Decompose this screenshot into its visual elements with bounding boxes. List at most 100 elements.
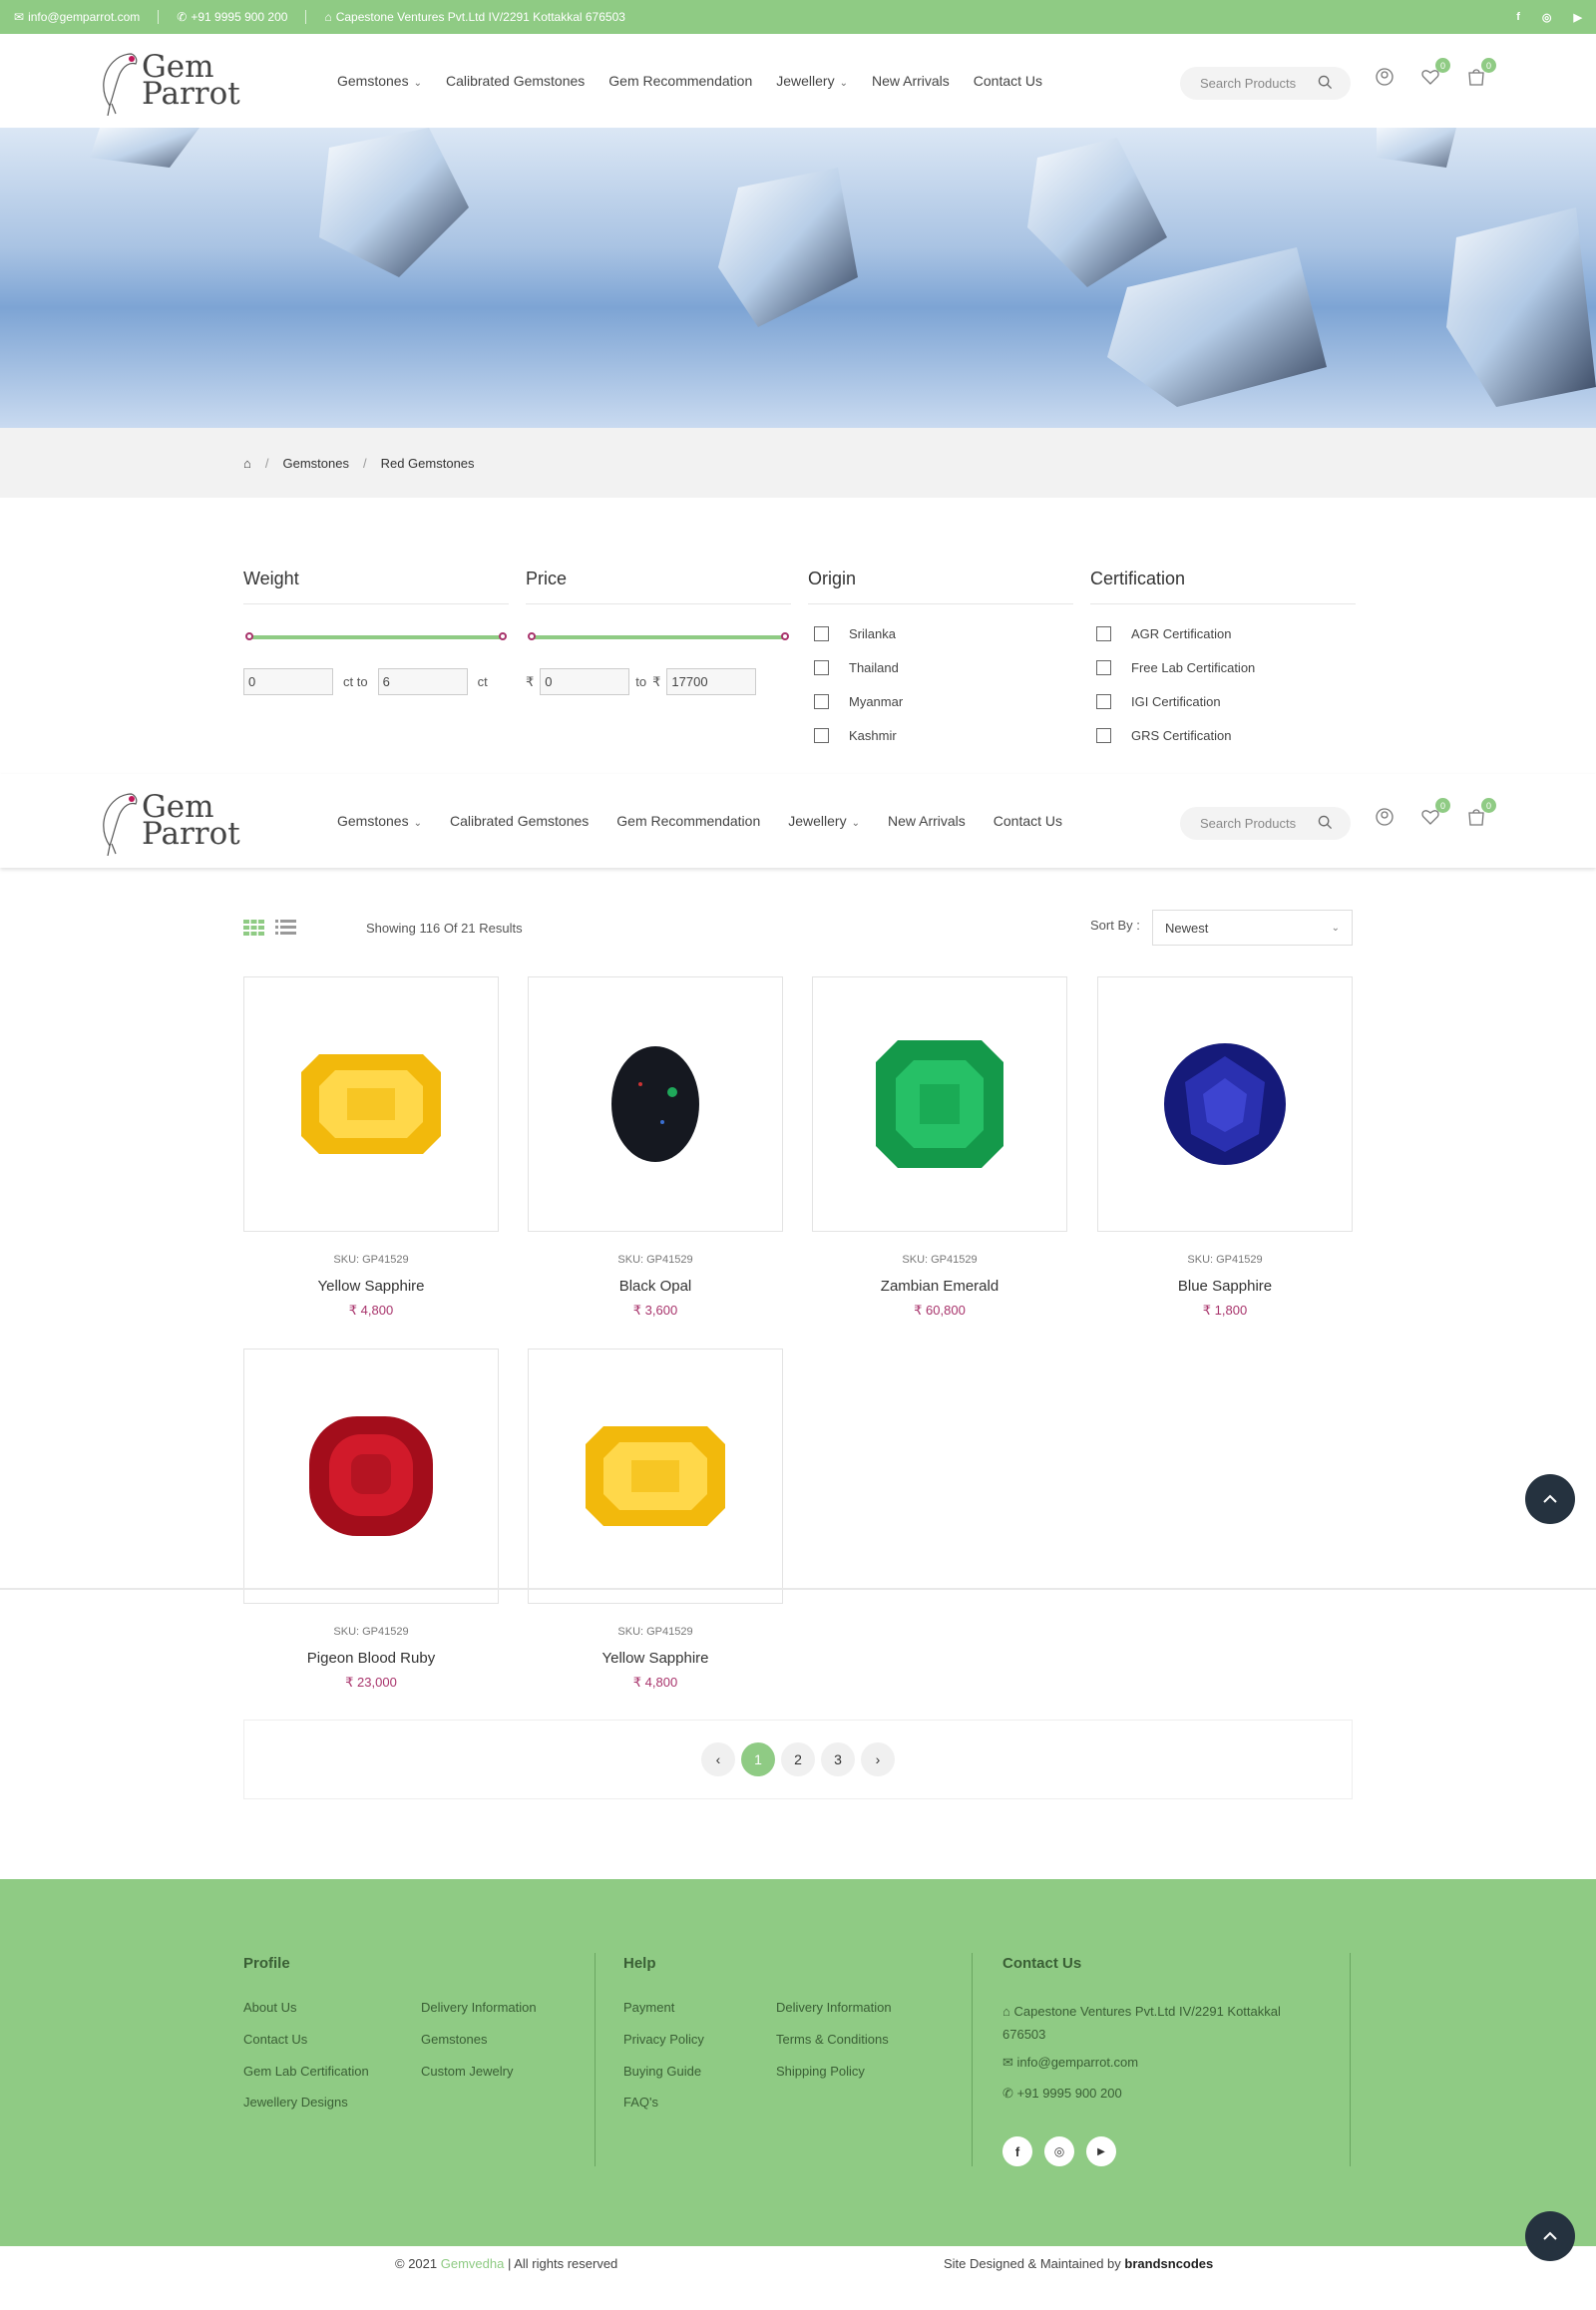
footer-email[interactable]: ✉ info@gemparrot.com [1002,2055,1138,2071]
prev-page-button[interactable]: ‹ [701,1742,735,1776]
search-input[interactable]: Search Products [1180,67,1351,100]
checkbox[interactable] [814,727,829,743]
footer-link[interactable]: Gemstones [421,2032,487,2047]
topbar-phone[interactable]: ✆ +91 9995 900 200 [159,10,307,24]
cart-icon[interactable]: 0 [1464,58,1496,90]
nav-gemstones[interactable]: Gemstones ⌄ [337,813,422,829]
wishlist-icon[interactable]: 0 [1418,58,1450,90]
search-icon[interactable] [1318,815,1333,830]
origin-option[interactable]: Srilanka [808,616,1073,650]
weight-min-handle[interactable] [245,632,253,640]
product-image[interactable] [1097,976,1353,1232]
checkbox[interactable] [814,625,829,641]
footer-link[interactable]: Shipping Policy [776,2064,865,2079]
checkbox[interactable] [814,659,829,675]
site-logo[interactable]: Gem Parrot [98,48,240,117]
product-card[interactable]: SKU: GP41529 Yellow Sapphire ₹ 4,800 [243,976,499,1319]
account-icon[interactable] [1373,804,1396,830]
youtube-icon[interactable]: ▶ [1086,2136,1116,2166]
product-image[interactable] [243,1348,499,1604]
product-name[interactable]: Pigeon Blood Ruby [243,1650,499,1667]
copyright-brand-link[interactable]: Gemvedha [441,2256,505,2271]
footer-link[interactable]: About Us [243,2000,296,2015]
nav-new-arrivals[interactable]: New Arrivals [888,813,966,829]
weight-min-input[interactable] [243,668,333,695]
sort-select[interactable]: Newest ⌄ [1152,910,1353,946]
nav-contact-us[interactable]: Contact Us [974,73,1042,89]
grid-view-icon[interactable] [243,920,264,936]
footer-link[interactable]: Contact Us [243,2032,307,2047]
cart-icon[interactable]: 0 [1464,798,1496,830]
origin-option[interactable]: Kashmir [808,718,1073,752]
footer-link[interactable]: Delivery Information [421,2000,537,2015]
nav-calibrated-gemstones[interactable]: Calibrated Gemstones [446,73,585,89]
product-name[interactable]: Yellow Sapphire [243,1278,499,1295]
origin-option[interactable]: Thailand [808,650,1073,684]
footer-link[interactable]: Custom Jewelry [421,2064,513,2079]
list-view-icon[interactable] [275,920,296,936]
price-slider[interactable] [528,632,789,640]
footer-link[interactable]: Gem Lab Certification [243,2064,369,2079]
page-button-2[interactable]: 2 [781,1742,815,1776]
instagram-icon[interactable]: ◎ [1542,11,1552,24]
product-image[interactable] [812,976,1067,1232]
weight-slider[interactable] [245,632,507,640]
footer-link[interactable]: Delivery Information [776,2000,892,2015]
product-name[interactable]: Blue Sapphire [1097,1278,1353,1295]
product-card[interactable]: SKU: GP41529 Pigeon Blood Ruby ₹ 23,000 [243,1348,499,1691]
instagram-icon[interactable]: ◎ [1044,2136,1074,2166]
product-card[interactable]: SKU: GP41529 Blue Sapphire ₹ 1,800 [1097,976,1353,1319]
product-name[interactable]: Yellow Sapphire [528,1650,783,1667]
page-button-3[interactable]: 3 [821,1742,855,1776]
scroll-top-button[interactable] [1525,1474,1575,1524]
footer-link[interactable]: FAQ's [623,2095,658,2110]
weight-max-input[interactable] [377,668,468,695]
footer-link[interactable]: Payment [623,2000,674,2015]
checkbox[interactable] [1096,693,1111,709]
product-image[interactable] [243,976,499,1232]
breadcrumb-gemstones[interactable]: Gemstones [282,456,348,471]
checkbox[interactable] [814,693,829,709]
nav-contact-us[interactable]: Contact Us [994,813,1062,829]
page-button-1[interactable]: 1 [741,1742,775,1776]
checkbox[interactable] [1096,625,1111,641]
scroll-top-button[interactable] [1525,2211,1575,2261]
nav-gem-recommendation[interactable]: Gem Recommendation [608,73,752,89]
certification-option[interactable]: AGR Certification [1090,616,1356,650]
nav-jewellery[interactable]: Jewellery ⌄ [776,73,848,89]
account-icon[interactable] [1373,64,1396,90]
search-input[interactable]: Search Products [1180,807,1351,840]
price-max-input[interactable] [666,668,757,695]
footer-phone[interactable]: ✆ +91 9995 900 200 [1002,2086,1122,2102]
origin-option[interactable]: Myanmar [808,684,1073,718]
product-card[interactable]: SKU: GP41529 Zambian Emerald ₹ 60,800 [812,976,1067,1319]
weight-max-handle[interactable] [499,632,507,640]
nav-jewellery[interactable]: Jewellery ⌄ [788,813,860,829]
footer-link[interactable]: Privacy Policy [623,2032,704,2047]
nav-new-arrivals[interactable]: New Arrivals [872,73,950,89]
product-name[interactable]: Zambian Emerald [812,1278,1067,1295]
home-icon[interactable]: ⌂ [243,456,251,471]
product-card[interactable]: SKU: GP41529 Yellow Sapphire ₹ 4,800 [528,1348,783,1691]
footer-link[interactable]: Terms & Conditions [776,2032,889,2047]
footer-link[interactable]: Buying Guide [623,2064,701,2079]
certification-option[interactable]: GRS Certification [1090,718,1356,752]
product-name[interactable]: Black Opal [528,1278,783,1295]
price-min-input[interactable] [540,668,630,695]
wishlist-icon[interactable]: 0 [1418,798,1450,830]
product-image[interactable] [528,976,783,1232]
certification-option[interactable]: IGI Certification [1090,684,1356,718]
facebook-icon[interactable]: f [1516,11,1520,24]
footer-link[interactable]: Jewellery Designs [243,2095,348,2110]
price-min-handle[interactable] [528,632,536,640]
nav-gemstones[interactable]: Gemstones ⌄ [337,73,422,89]
facebook-icon[interactable]: f [1002,2136,1032,2166]
designer-link[interactable]: brandsncodes [1124,2256,1213,2271]
certification-option[interactable]: Free Lab Certification [1090,650,1356,684]
product-image[interactable] [528,1348,783,1604]
search-icon[interactable] [1318,75,1333,90]
youtube-icon[interactable]: ▶ [1574,11,1582,24]
product-card[interactable]: SKU: GP41529 Black Opal ₹ 3,600 [528,976,783,1319]
nav-calibrated-gemstones[interactable]: Calibrated Gemstones [450,813,589,829]
next-page-button[interactable]: › [861,1742,895,1776]
